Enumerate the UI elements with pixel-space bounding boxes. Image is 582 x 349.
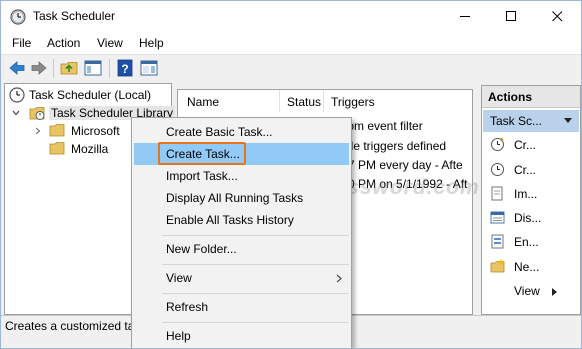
- window-title: Task Scheduler: [33, 9, 116, 23]
- column-header-triggers[interactable]: Triggers: [324, 90, 470, 112]
- menu-item-view[interactable]: View: [134, 267, 349, 289]
- tree-item-root[interactable]: Task Scheduler (Local): [9, 86, 169, 104]
- minimize-icon: [460, 16, 470, 17]
- menu-item-label: View: [166, 271, 192, 285]
- menu-action[interactable]: Action: [47, 36, 80, 50]
- close-button[interactable]: [535, 1, 581, 32]
- action-label: Dis...: [514, 211, 542, 225]
- menu-item-label: Help: [166, 329, 191, 343]
- action-label: Cr...: [514, 138, 537, 152]
- menu-separator: [162, 322, 349, 323]
- action-label: Ne...: [514, 260, 540, 274]
- menu-item-create-basic-task[interactable]: Create Basic Task...: [134, 121, 349, 143]
- task-scheduler-clock-icon: [10, 9, 26, 25]
- tree-item-label: Mozilla: [71, 142, 109, 156]
- task-scheduler-clock-icon: [9, 87, 25, 103]
- trigger-cell: :27 PM every day - Afte: [338, 158, 463, 172]
- menu-item-label: Create Basic Task...: [166, 125, 273, 139]
- action-new-folder[interactable]: Ne...: [482, 256, 580, 278]
- actions-pane: Actions Task Sc... Cr... Cr... Im... Dis…: [481, 85, 581, 315]
- help-icon[interactable]: ?: [115, 59, 135, 77]
- toolbar: ?: [1, 54, 581, 81]
- submenu-arrow-icon: [552, 288, 557, 296]
- menu-item-import-task[interactable]: Import Task...: [134, 165, 349, 187]
- menu-item-label: New Folder...: [166, 242, 237, 256]
- maximize-button[interactable]: [489, 1, 535, 32]
- action-import-task[interactable]: Im...: [482, 183, 580, 205]
- column-header-name[interactable]: Name: [180, 90, 280, 112]
- import-task-icon: [491, 186, 503, 201]
- action-create-task[interactable]: Cr...: [482, 159, 580, 181]
- menu-bar: File Action View Help: [1, 32, 581, 54]
- folder-icon: [49, 142, 65, 155]
- show-hide-console-tree-icon[interactable]: [83, 59, 103, 77]
- menu-help[interactable]: Help: [139, 36, 164, 50]
- action-label: Im...: [514, 187, 538, 201]
- action-create-basic-task[interactable]: Cr...: [482, 134, 580, 156]
- new-folder-icon: [490, 259, 505, 273]
- folder-icon: [49, 124, 65, 137]
- expand-chevron-icon[interactable]: [11, 108, 21, 118]
- menu-item-help[interactable]: Help: [134, 325, 349, 347]
- menu-item-new-folder[interactable]: New Folder...: [134, 238, 349, 260]
- menu-item-display-running-tasks[interactable]: Display All Running Tasks: [134, 187, 349, 209]
- action-view[interactable]: View: [482, 280, 580, 302]
- title-bar[interactable]: Task Scheduler: [1, 1, 581, 32]
- action-label: Cr...: [514, 163, 537, 177]
- menu-view[interactable]: View: [97, 36, 123, 50]
- action-display-running-tasks[interactable]: Dis...: [482, 207, 580, 229]
- menu-file[interactable]: File: [12, 36, 31, 50]
- submenu-chevron-icon: [336, 274, 342, 283]
- collapsed-chevron-icon[interactable]: [33, 126, 43, 136]
- minimize-button[interactable]: [443, 1, 489, 32]
- actions-section-task-scheduler[interactable]: Task Sc...: [483, 110, 579, 132]
- toolbar-separator: [53, 59, 54, 78]
- back-arrow-icon[interactable]: [7, 59, 27, 77]
- tree-item-label: Task Scheduler (Local): [29, 88, 152, 102]
- actions-header: Actions: [482, 86, 580, 108]
- close-icon: [552, 11, 563, 22]
- action-enable-history[interactable]: En...: [482, 231, 580, 253]
- up-folder-icon[interactable]: [59, 59, 79, 77]
- menu-separator: [162, 235, 349, 236]
- create-task-icon: [491, 163, 504, 176]
- menu-item-refresh[interactable]: Refresh: [134, 296, 349, 318]
- column-header-status[interactable]: Status: [280, 90, 324, 112]
- actions-section-label: Task Sc...: [490, 114, 543, 128]
- maximize-icon: [506, 11, 516, 21]
- menu-separator: [162, 293, 349, 294]
- library-folder-clock-icon: [29, 107, 45, 120]
- trigger-cell: tiple triggers defined: [338, 139, 447, 153]
- enable-history-icon: [491, 234, 504, 249]
- display-running-tasks-icon: [490, 211, 505, 224]
- menu-item-create-task[interactable]: Create Task...: [134, 142, 349, 165]
- action-label: View: [514, 284, 540, 298]
- menu-separator: [162, 264, 349, 265]
- menu-item-label: Refresh: [166, 300, 209, 314]
- menu-item-enable-history[interactable]: Enable All Tasks History: [134, 209, 349, 231]
- tree-item-label: Microsoft: [71, 124, 120, 138]
- menu-item-label: Import Task...: [166, 169, 238, 183]
- menu-item-label: Create Task...: [166, 147, 240, 161]
- menu-item-label: Enable All Tasks History: [166, 213, 294, 227]
- forward-arrow-icon[interactable]: [29, 59, 49, 77]
- create-basic-task-icon: [491, 137, 504, 151]
- svg-text:?: ?: [121, 62, 128, 76]
- task-scheduler-window: Task Scheduler File Action View Help ? T…: [0, 0, 582, 349]
- show-hide-action-pane-icon[interactable]: [139, 59, 159, 77]
- context-menu: Create Basic Task... Create Task... Impo…: [131, 117, 352, 348]
- menu-item-label: Display All Running Tasks: [166, 191, 304, 205]
- status-text: Creates a customized ta: [5, 319, 135, 333]
- collapse-triangle-icon[interactable]: [564, 118, 572, 124]
- toolbar-separator: [109, 59, 110, 78]
- action-label: En...: [514, 235, 539, 249]
